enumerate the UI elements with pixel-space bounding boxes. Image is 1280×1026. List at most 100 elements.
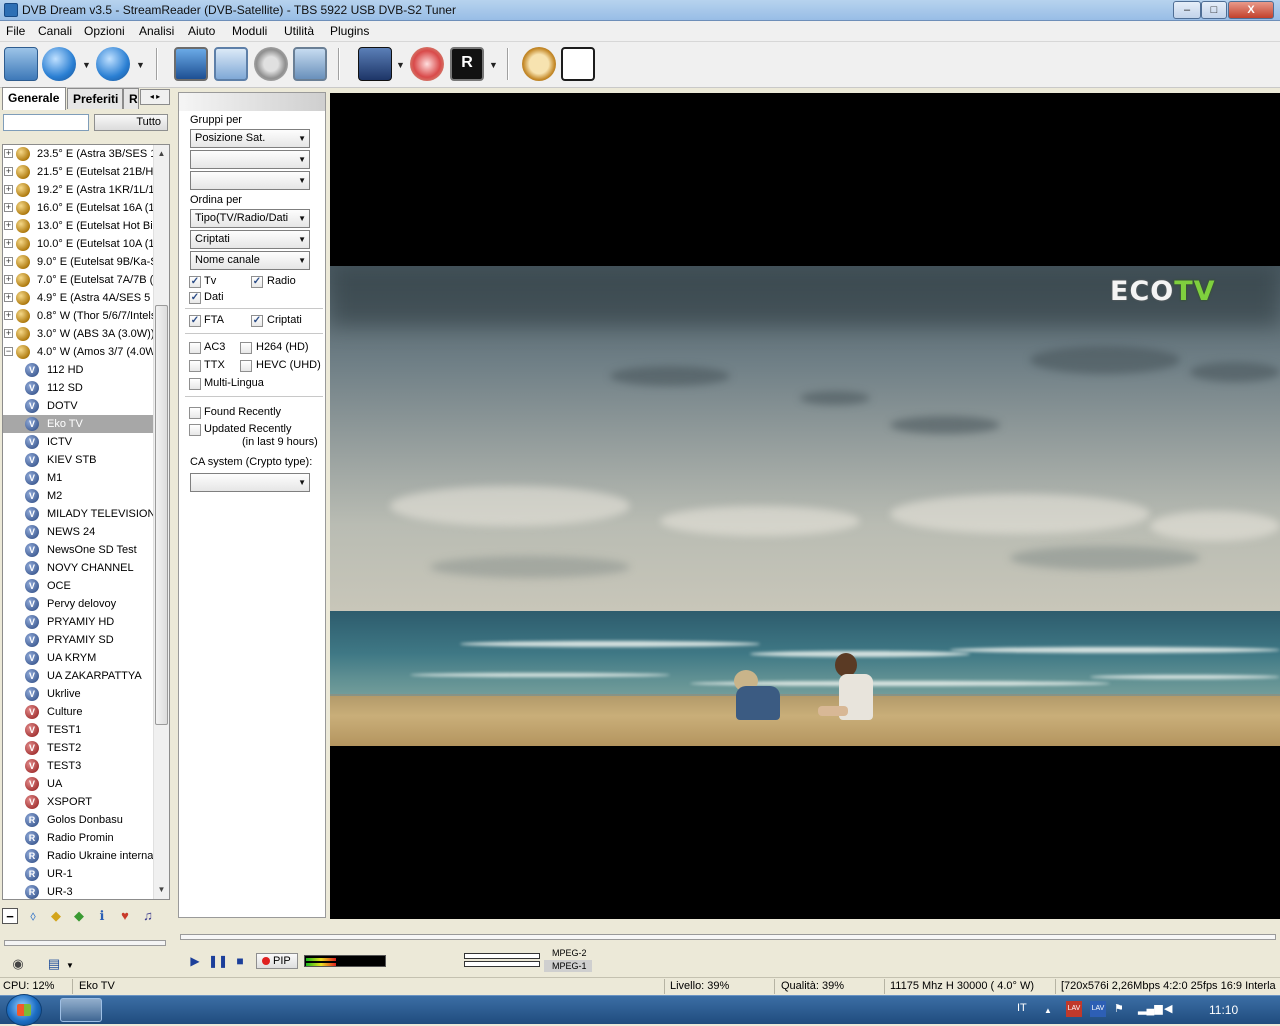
forward-icon[interactable]	[96, 47, 130, 81]
satellite-node[interactable]: − 4.0° W (Amos 3/7 (4.0W	[3, 343, 154, 361]
pause-icon[interactable]: ❚❚	[208, 953, 228, 969]
speaker-icon[interactable]: ◉	[10, 956, 26, 972]
found-recently-checkbox[interactable]	[189, 407, 201, 419]
multilingua-checkbox[interactable]	[189, 378, 201, 390]
satellite-node[interactable]: +13.0° E (Eutelsat Hot Bir	[3, 217, 154, 235]
updated-recently-checkbox[interactable]	[189, 424, 201, 436]
satellite-node[interactable]: +7.0° E (Eutelsat 7A/7B (	[3, 271, 154, 289]
satellite-node[interactable]: +16.0° E (Eutelsat 16A (1	[3, 199, 154, 217]
menu-plugins[interactable]: Plugins	[330, 24, 369, 38]
group-by-select-3[interactable]: ▼	[190, 171, 310, 190]
expand-node-icon[interactable]: +	[4, 185, 13, 194]
order-by-select-1[interactable]: Tipo(TV/Radio/Dati ▼	[190, 209, 310, 228]
audio-track-icon[interactable]: ▤	[46, 956, 62, 972]
satellite-node[interactable]: +3.0° W (ABS 3A (3.0W))	[3, 325, 154, 343]
settings-gears-icon[interactable]	[254, 47, 288, 81]
channel-item[interactable]: V 112 SD	[3, 379, 154, 397]
menu-moduli[interactable]: Moduli	[232, 24, 267, 38]
channel-item[interactable]: V M2	[3, 487, 154, 505]
channel-item[interactable]: V TEST3	[3, 757, 154, 775]
video-area[interactable]: ECOTV	[330, 93, 1280, 919]
favorite-icon[interactable]: ◆	[48, 908, 64, 924]
channel-item[interactable]: V DOTV	[3, 397, 154, 415]
volume-icon[interactable]: ◀	[1164, 1002, 1172, 1015]
channel-item[interactable]: R Radio Promin	[3, 829, 154, 847]
satellite-node[interactable]: +4.9° E (Astra 4A/SES 5	[3, 289, 154, 307]
clapperboard-icon[interactable]	[358, 47, 392, 81]
record-dropdown-icon[interactable]: ▼	[489, 60, 498, 70]
screen-icon[interactable]	[214, 47, 248, 81]
channel-item[interactable]: V Culture	[3, 703, 154, 721]
audio-track-dropdown-icon[interactable]: ▼	[66, 961, 74, 970]
channel-item[interactable]: V XSPORT	[3, 793, 154, 811]
scroll-up-icon[interactable]: ▲	[154, 147, 169, 161]
expand-node-icon[interactable]: +	[4, 239, 13, 248]
back-icon[interactable]	[42, 47, 76, 81]
menu-file[interactable]: File	[6, 24, 25, 38]
menu-canali[interactable]: Canali	[38, 24, 72, 38]
channel-item[interactable]: R UR-3	[3, 883, 154, 899]
sort-icon[interactable]: ⬨	[25, 908, 41, 924]
ttx-checkbox[interactable]	[189, 360, 201, 372]
ca-system-select[interactable]: ▼	[190, 473, 310, 492]
channel-item[interactable]: V OCE	[3, 577, 154, 595]
tv-checkbox[interactable]: ✓	[189, 276, 201, 288]
channel-item[interactable]: V NewsOne SD Test	[3, 541, 154, 559]
osd-icon[interactable]	[293, 47, 327, 81]
satellite-node[interactable]: +10.0° E (Eutelsat 10A (1	[3, 235, 154, 253]
channel-item[interactable]: R Golos Donbasu	[3, 811, 154, 829]
h264-checkbox[interactable]	[240, 342, 252, 354]
channel-item[interactable]: V PRYAMIY HD	[3, 613, 154, 631]
menu-aiuto[interactable]: Aiuto	[188, 24, 215, 38]
expand-node-icon[interactable]: +	[4, 203, 13, 212]
menu-utilita[interactable]: Utilità	[284, 24, 314, 38]
info-icon[interactable]: ℹ	[94, 908, 110, 924]
channel-item[interactable]: V Ukrlive	[3, 685, 154, 703]
lav-audio-icon[interactable]: LAV	[1066, 1001, 1082, 1017]
start-button[interactable]	[6, 994, 42, 1026]
order-by-select-3[interactable]: Nome canale ▼	[190, 251, 310, 270]
channel-item[interactable]: V M1	[3, 469, 154, 487]
channel-tree[interactable]: +23.5° E (Astra 3B/SES 1 +21.5° E (Eutels…	[2, 144, 170, 900]
satellite-node[interactable]: +19.2° E (Astra 1KR/1L/1	[3, 181, 154, 199]
expand-node-icon[interactable]: +	[4, 275, 13, 284]
clock[interactable]: 11:10	[1209, 1003, 1238, 1017]
back-dropdown-icon[interactable]: ▼	[82, 60, 91, 70]
tab-scroll-arrows[interactable]: ◂ ▸	[140, 89, 170, 105]
timer-icon[interactable]	[522, 47, 556, 81]
channel-item[interactable]: V Eko TV	[3, 415, 154, 433]
collapse-icon[interactable]: −	[2, 908, 18, 924]
channel-item[interactable]: V TEST1	[3, 721, 154, 739]
channel-item[interactable]: V UA KRYM	[3, 649, 154, 667]
network-flag-icon[interactable]: ⚑	[1114, 1002, 1124, 1015]
satellite-node[interactable]: +9.0° E (Eutelsat 9B/Ka-S	[3, 253, 154, 271]
channel-item[interactable]: V KIEV STB	[3, 451, 154, 469]
close-button[interactable]: X	[1228, 1, 1274, 19]
minimize-button[interactable]: –	[1173, 1, 1201, 19]
channel-item[interactable]: R UR-1	[3, 865, 154, 883]
channel-item[interactable]: V 112 HD	[3, 361, 154, 379]
channel-item[interactable]: V NOVY CHANNEL	[3, 559, 154, 577]
channel-item[interactable]: V TEST2	[3, 739, 154, 757]
lav-video-icon[interactable]: LAV	[1090, 1001, 1106, 1017]
signal-bars-icon[interactable]: ▂▄▆	[1138, 1002, 1163, 1015]
criptati-checkbox[interactable]: ✓	[251, 315, 263, 327]
stop-icon[interactable]: ■	[231, 953, 249, 969]
satellite-node[interactable]: +21.5° E (Eutelsat 21B/Hy	[3, 163, 154, 181]
play-icon[interactable]: ▶	[186, 953, 204, 969]
tray-expand-icon[interactable]: ▲	[1044, 1006, 1052, 1015]
search-input[interactable]	[3, 114, 89, 131]
clapper-dropdown-icon[interactable]: ▼	[396, 60, 405, 70]
ac3-checkbox[interactable]	[189, 342, 201, 354]
tab-preferiti[interactable]: Preferiti	[67, 88, 123, 109]
menu-opzioni[interactable]: Opzioni	[84, 24, 125, 38]
collapse-node-icon[interactable]: −	[4, 347, 13, 356]
group-by-select-1[interactable]: Posizione Sat. ▼	[190, 129, 310, 148]
channel-item[interactable]: V UA	[3, 775, 154, 793]
pip-button[interactable]: PIP	[256, 953, 298, 969]
hevc-checkbox[interactable]	[240, 360, 252, 372]
cancel-record-icon[interactable]	[410, 47, 444, 81]
satellite-node[interactable]: +0.8° W (Thor 5/6/7/Intels	[3, 307, 154, 325]
expand-node-icon[interactable]: +	[4, 257, 13, 266]
channel-item[interactable]: V UA ZAKARPATTYA	[3, 667, 154, 685]
